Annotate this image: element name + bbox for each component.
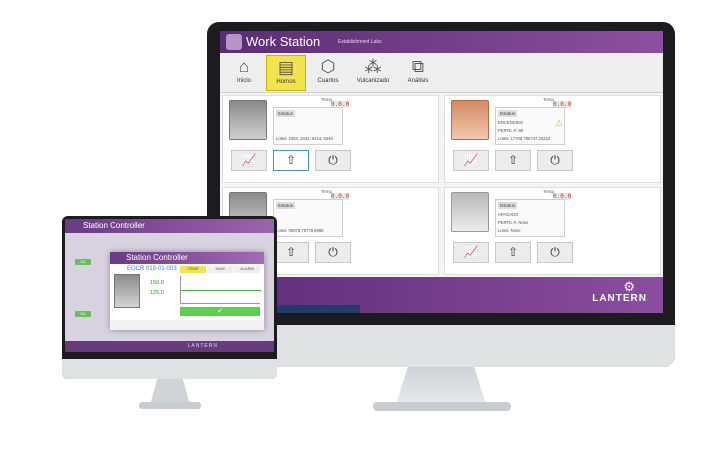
power-icon: ⏻: [328, 245, 338, 259]
controller-header: Station Controller: [65, 219, 274, 233]
upload-icon: ⇧: [285, 153, 297, 167]
lots-value: Lotes: 09878,78778,9985: [276, 228, 324, 233]
brand-logo: LANTERN: [592, 293, 647, 304]
setpoint-value: 150.0: [150, 280, 164, 286]
app-title: Work Station: [246, 34, 321, 49]
current-value: 125.0: [150, 290, 164, 296]
popup-title: Station Controller: [126, 253, 188, 262]
power-button[interactable]: ⏻: [315, 242, 351, 263]
nav-analisis[interactable]: ⧉ Análisis: [398, 55, 438, 91]
tab-alarm[interactable]: ALARM: [234, 266, 260, 273]
monitor-button[interactable]: 📈: [453, 150, 489, 171]
monitor-stand: [395, 367, 487, 407]
status-value: ENCENDIDO: [498, 120, 524, 125]
monitor-base: [373, 402, 511, 411]
tab-hum[interactable]: HUM: [207, 266, 233, 273]
nav-label: Hornos: [276, 79, 296, 85]
app-subtitle: Establishment Labs: [338, 39, 382, 45]
monitor-button[interactable]: 📈: [453, 242, 489, 263]
upload-button[interactable]: ⇧: [273, 242, 309, 263]
upload-icon: ⇧: [507, 153, 519, 167]
chart-line: [181, 290, 261, 291]
oven-info-box: Estatus Lotes: 2354, 3434, 5424, 5545: [273, 107, 343, 145]
oven-image: [451, 192, 489, 232]
tab-temp[interactable]: TEMP: [180, 266, 206, 273]
oven-info-box: Estatus Lotes: 09878,78778,9985: [273, 199, 343, 237]
nav-cuartos[interactable]: ⬡ Cuartos: [308, 55, 348, 91]
status-value: APAGADO: [498, 212, 519, 217]
app-logo-icon: [226, 34, 242, 50]
nav-label: Inicio: [236, 78, 251, 84]
power-button[interactable]: ⏻: [315, 150, 351, 171]
oven-grid: Temp 0.0.0 Estatus Lotes: 2354, 3434, 54…: [222, 95, 661, 276]
oven-image: [451, 100, 489, 140]
lots-value: Lotes: 17708,786747,23222: [498, 136, 551, 141]
chart-monitor-icon: 📈: [463, 153, 479, 167]
nav-label: Análisis: [407, 78, 429, 84]
analysis-icon: ⧉: [411, 57, 425, 76]
status-label: Estatus: [498, 202, 518, 209]
temperature-chart: [180, 276, 261, 304]
main-nav: ⌂ Inicio ▤ Hornos ⬡ Cuartos ⁂ Vulcanizad…: [220, 53, 663, 93]
upload-icon: ⇧: [507, 245, 519, 259]
monitor-chin: [207, 325, 675, 367]
nav-hornos[interactable]: ▤ Hornos: [266, 55, 306, 91]
popup-footer: [110, 320, 264, 330]
brand-logo: LANTERN: [187, 343, 218, 349]
chart-monitor-icon: 📈: [463, 245, 479, 259]
nav-label: Vulcanizado: [356, 78, 390, 84]
status-label: Estatus: [276, 110, 296, 117]
oven-image: [114, 274, 140, 308]
status-label: Estatus: [276, 202, 296, 209]
power-icon: ⏻: [550, 153, 560, 167]
monitor-base: [139, 402, 201, 409]
oven-detail-popup: Station Controller EOCR 019-01-003 150.0…: [110, 252, 264, 330]
upload-button[interactable]: ⇧: [273, 150, 309, 171]
upload-button[interactable]: ⇧: [495, 150, 531, 171]
nav-vulcanizado[interactable]: ⁂ Vulcanizado: [350, 55, 396, 91]
upload-icon: ⇧: [285, 245, 297, 259]
status-ok-badge: OL: [75, 259, 91, 265]
status-ok-badge: OL: [75, 311, 91, 317]
app-header: Work Station Establishment Labs: [220, 31, 663, 53]
lots-value: Lotes: None: [498, 228, 521, 233]
monitor-chin: [62, 359, 277, 379]
popup-header: Station Controller: [110, 252, 264, 264]
profile-value: PERFIL #: 88: [498, 128, 523, 133]
oven-panel-4: Temp 0.0.0 Estatus APAGADO PERFIL #: Non…: [444, 187, 661, 275]
power-icon: ⏻: [550, 245, 560, 259]
nav-label: Cuartos: [317, 78, 339, 84]
oven-panel-1: Temp 0.0.0 Estatus Lotes: 2354, 3434, 54…: [222, 95, 439, 183]
status-label: Estatus: [498, 110, 518, 117]
lots-value: Lotes: 2354, 3434, 5424, 5545: [276, 136, 333, 141]
upload-button[interactable]: ⇧: [495, 242, 531, 263]
nav-inicio[interactable]: ⌂ Inicio: [224, 55, 264, 91]
oven-image: [229, 100, 267, 140]
warning-icon: ⚠: [555, 118, 564, 128]
box-icon: ⬡: [320, 57, 336, 76]
home-icon: ⌂: [238, 57, 250, 76]
oven-info-box: Estatus APAGADO PERFIL #: None Lotes: No…: [495, 199, 565, 237]
chart-monitor-icon: 📈: [241, 153, 257, 167]
oven-code: EOCR 019-01-003: [127, 266, 177, 272]
controller-title: Station Controller: [83, 221, 145, 230]
power-icon: ⏻: [328, 153, 338, 167]
workstation-screen: Work Station Establishment Labs ⌂ Inicio…: [220, 31, 663, 313]
oven-panel-2: Temp 0.0.0 Estatus ENCENDIDO PERFIL #: 8…: [444, 95, 661, 183]
controller-footer: LANTERN: [65, 341, 274, 352]
large-monitor: Work Station Establishment Labs ⌂ Inicio…: [207, 22, 675, 367]
power-button[interactable]: ⏻: [537, 242, 573, 263]
profile-value: PERFIL #: None: [498, 220, 529, 225]
power-button[interactable]: ⏻: [537, 150, 573, 171]
oven-icon: ▤: [277, 58, 295, 77]
confirm-button[interactable]: ✔: [180, 307, 260, 316]
monitor-button[interactable]: 📈: [231, 150, 267, 171]
molecule-icon: ⁂: [364, 57, 382, 76]
